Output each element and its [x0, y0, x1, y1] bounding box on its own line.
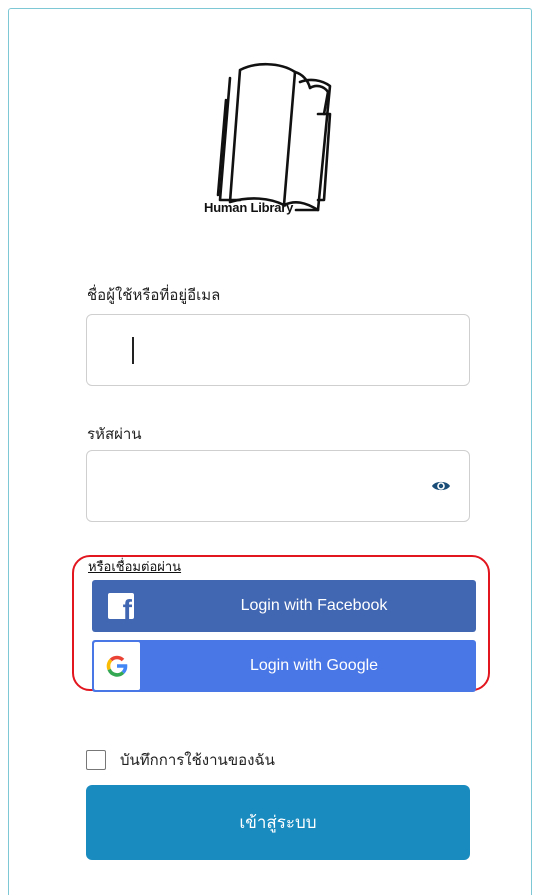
- google-login-label: Login with Google: [249, 657, 379, 674]
- password-label: รหัสผ่าน: [87, 425, 142, 443]
- password-input[interactable]: [86, 450, 470, 522]
- username-label: ชื่อผู้ใช้หรือที่อยู่อีเมล: [87, 286, 221, 304]
- social-login-caption: หรือเชื่อมต่อผ่าน: [88, 560, 182, 575]
- text-caret: [132, 337, 134, 364]
- human-library-logo: [216, 62, 332, 212]
- username-input[interactable]: [86, 314, 470, 386]
- remember-me-label[interactable]: บันทึกการใช้งานของฉัน: [120, 748, 275, 772]
- facebook-icon: f: [108, 593, 134, 619]
- google-login-button[interactable]: Login with Google: [92, 640, 476, 692]
- login-button[interactable]: เข้าสู่ระบบ: [86, 785, 470, 860]
- facebook-login-label: Login with Facebook: [240, 597, 388, 614]
- eye-icon[interactable]: [431, 479, 451, 493]
- logo-text: Human Library: [204, 200, 294, 215]
- remember-me-checkbox[interactable]: [86, 750, 106, 770]
- facebook-login-button[interactable]: f Login with Facebook: [92, 580, 476, 632]
- google-icon: [94, 642, 140, 690]
